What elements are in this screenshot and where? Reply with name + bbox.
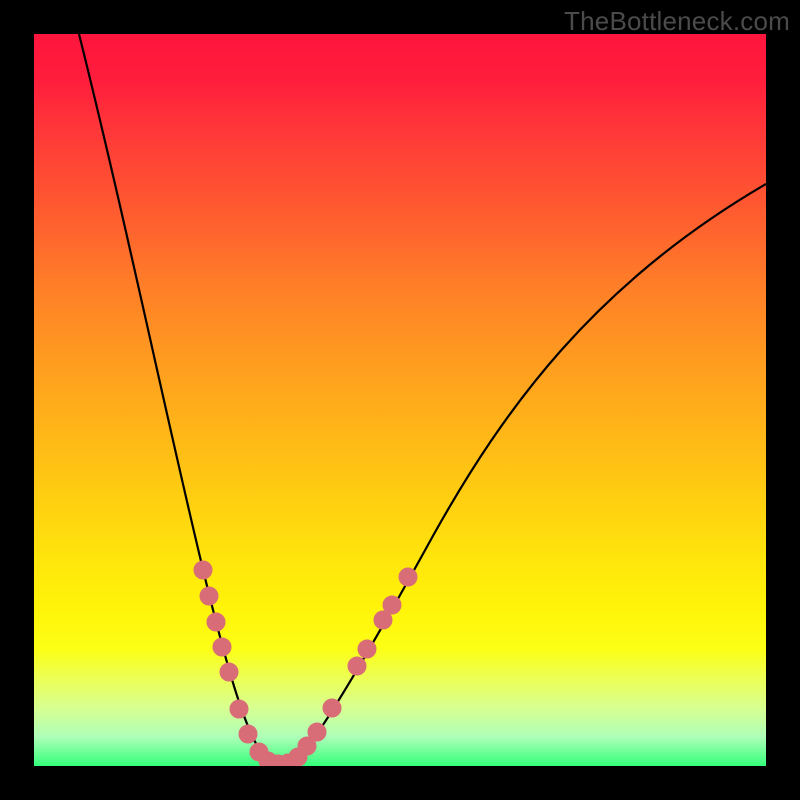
plot-area	[34, 34, 766, 766]
marker-dot	[348, 657, 366, 675]
marker-dot	[358, 640, 376, 658]
watermark-label: TheBottleneck.com	[564, 6, 790, 37]
marker-dot	[200, 587, 218, 605]
marker-dot	[239, 725, 257, 743]
marker-dot	[308, 723, 326, 741]
marker-dot	[207, 613, 225, 631]
marker-dot	[230, 700, 248, 718]
chart-svg	[34, 34, 766, 766]
marker-dot	[213, 638, 231, 656]
marker-dot	[399, 568, 417, 586]
primary-curve	[79, 34, 766, 764]
marker-dot	[194, 561, 212, 579]
marker-dot	[220, 663, 238, 681]
marker-dot	[323, 699, 341, 717]
outer-frame: TheBottleneck.com	[0, 0, 800, 800]
markers-group	[194, 561, 417, 766]
marker-dot	[383, 596, 401, 614]
